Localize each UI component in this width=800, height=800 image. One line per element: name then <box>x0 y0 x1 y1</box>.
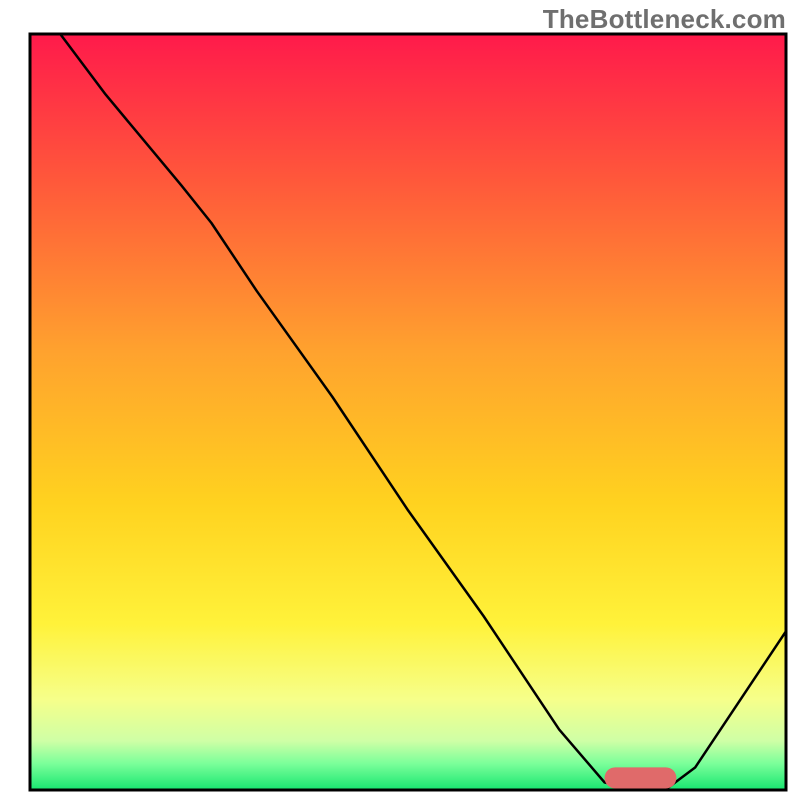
watermark-text: TheBottleneck.com <box>543 4 786 35</box>
gradient-background <box>30 34 786 790</box>
chart-stage: TheBottleneck.com <box>0 0 800 800</box>
chart-svg <box>0 0 800 800</box>
